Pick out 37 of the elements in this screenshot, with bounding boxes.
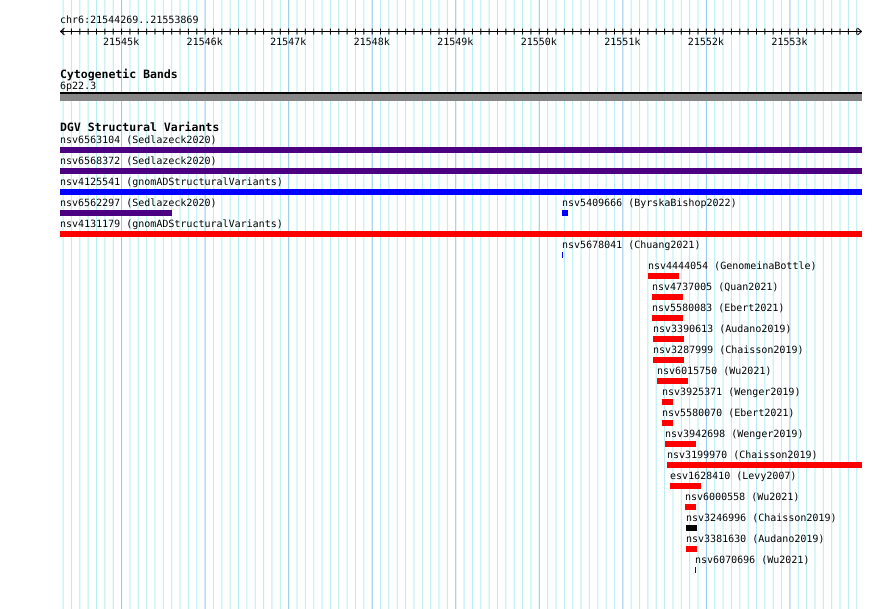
tick-label: 21546k [186, 37, 223, 49]
feature-label: esv1628410 (Levy2007) [670, 471, 796, 482]
track-title: Cytogenetic Bands [60, 68, 178, 81]
feature-label: nsv6070696 (Wu2021) [695, 555, 810, 566]
feature-label: nsv3925371 (Wenger2019) [662, 387, 800, 398]
tick-label: 21550k [520, 37, 557, 49]
feature-label: nsv6562297 (Sedlazeck2020) [60, 198, 217, 209]
feature-bar[interactable] [686, 525, 697, 531]
feature-label: nsv3246996 (Chaisson2019) [686, 513, 836, 524]
tick-label: 21552k [688, 37, 724, 49]
feature-label: nsv3942698 (Wenger2019) [665, 429, 804, 440]
feature-label: nsv5580083 (Ebert2021) [652, 303, 784, 314]
feature-label: nsv5409666 (ByrskaBishop2022) [562, 198, 737, 209]
band-label: 6p22.3 [60, 81, 96, 92]
feature-label: nsv5580070 (Ebert2021) [662, 408, 794, 419]
feature-label: nsv4737005 (Quan2021) [652, 282, 778, 293]
feature-label: nsv4444054 (GenomeinaBottle) [648, 261, 817, 272]
feature-label: nsv3390613 (Audano2019) [652, 324, 792, 335]
track-title: DGV Structural Variants [60, 121, 220, 134]
feature-label: nsv4125541 (gnomADStructuralVariants) [60, 177, 283, 188]
feature-label: nsv4131179 (gnomADStructuralVariants) [60, 219, 283, 230]
location-label: chr6:21544269..21553869 [60, 14, 200, 27]
tick-label: 21545k [103, 37, 140, 49]
cytoband-bar[interactable] [60, 92, 862, 101]
feature-label: nsv6015750 (Wu2021) [656, 366, 772, 377]
tick-label: 21551k [604, 37, 640, 49]
feature-label: nsv6000558 (Wu2021) [684, 492, 800, 503]
feature-label: nsv5678041 (Chuang2021) [562, 240, 700, 251]
tick-label: 21548k [354, 37, 390, 49]
tick-label: 21553k [771, 37, 808, 49]
tick-label: 21547k [270, 37, 306, 49]
feature-label: nsv3381630 (Audano2019) [686, 534, 824, 545]
feature-label: nsv6563104 (Sedlazeck2020) [60, 135, 217, 146]
feature-label: nsv3199970 (Chaisson2019) [667, 450, 818, 461]
feature-label: nsv6568372 (Sedlazeck2020) [60, 156, 217, 167]
tick-label: 21549k [437, 37, 474, 49]
feature-label: nsv3287999 (Chaisson2019) [652, 345, 804, 356]
